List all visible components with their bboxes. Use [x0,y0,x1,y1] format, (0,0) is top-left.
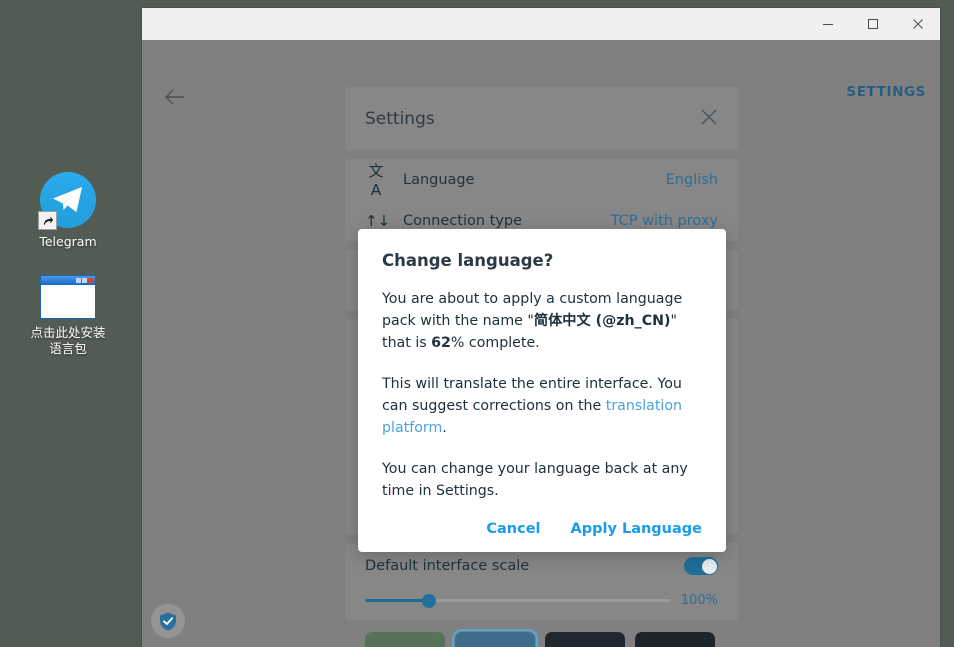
dialog-paragraph-3: You can change your language back at any… [382,458,702,502]
page-title: Settings [365,109,435,129]
shield-check-icon[interactable] [151,604,185,638]
shortcut-arrow-badge-icon [38,211,57,230]
interface-scale-slider[interactable] [365,594,671,608]
settings-section-caption: SETTINGS [846,84,926,100]
theme-swatch-list [345,632,738,647]
close-settings-icon[interactable] [700,108,718,130]
telegram-logo-icon [40,172,96,228]
desktop-icon-label-telegram: Telegram [39,234,96,250]
interface-scale-percent: 100% [681,593,718,608]
back-arrow-icon[interactable] [160,82,190,112]
maximize-button[interactable] [850,8,895,40]
window-titlebar [142,8,940,40]
desktop-icon-language-pack[interactable]: 点击此处安装语言包 [12,275,124,357]
telegram-window: SETTINGS Settings 文A Language English [142,8,940,647]
slider-knob[interactable] [422,594,436,608]
translate-icon: 文A [365,160,387,199]
dialog-actions: Cancel Apply Language [382,521,702,555]
settings-row-language[interactable]: 文A Language English [345,159,738,200]
minimize-button[interactable] [805,8,850,40]
close-button[interactable] [895,8,940,40]
settings-row-value-language: English [666,172,718,188]
theme-swatch-dark-2[interactable] [635,632,715,647]
dialog-p1-percent: 62 [431,335,451,351]
theme-swatch-green[interactable] [365,632,445,647]
desktop-icon-label-language-pack: 点击此处安装语言包 [30,325,105,357]
settings-screen: SETTINGS Settings 文A Language English [142,40,940,647]
cancel-button[interactable]: Cancel [486,521,540,537]
settings-row-label-language: Language [403,172,650,188]
settings-row-label-connection: Connection type [403,213,595,229]
windows-window-icon [40,275,96,319]
dialog-p1-after: % complete. [451,335,540,351]
change-language-dialog: Change language? You are about to apply … [358,229,726,552]
apply-language-button[interactable]: Apply Language [571,521,703,537]
interface-scale-label: Default interface scale [365,558,529,574]
theme-swatch-dark-1[interactable] [545,632,625,647]
desktop-icon-telegram[interactable]: Telegram [12,172,124,250]
theme-swatch-blue[interactable] [455,632,535,647]
dialog-p1-langname: 简体中文 (@zh_CN) [534,313,671,329]
interface-scale-toggle[interactable] [684,557,718,575]
settings-header: Settings [345,87,738,150]
dialog-paragraph-1: You are about to apply a custom language… [382,288,702,354]
updown-arrows-icon: ↑↓ [365,212,387,230]
settings-header-card: Settings [345,87,738,150]
dialog-paragraph-2: This will translate the entire interface… [382,373,702,439]
settings-row-value-connection: TCP with proxy [611,213,718,229]
dialog-title: Change language? [382,251,702,270]
slider-fill [365,599,429,602]
dialog-p2-after: . [442,420,447,436]
